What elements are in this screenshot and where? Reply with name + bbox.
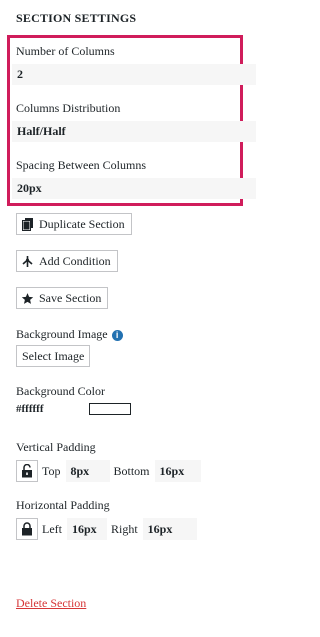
horizontal-padding-label: Horizontal Padding xyxy=(16,498,110,512)
left-label: Left xyxy=(42,521,62,536)
vertical-lock-button[interactable] xyxy=(16,460,38,482)
right-label: Right xyxy=(111,521,138,536)
spacing-field[interactable]: 20px xyxy=(12,178,256,199)
background-color-label: Background Color xyxy=(16,384,105,398)
left-padding-field[interactable]: 16px xyxy=(67,518,107,540)
color-swatch[interactable] xyxy=(89,403,131,415)
add-condition-button[interactable]: Add Condition xyxy=(16,250,118,272)
horizontal-lock-button[interactable] xyxy=(16,518,38,540)
duplicate-section-label: Duplicate Section xyxy=(39,217,125,231)
distribution-label: Columns Distribution xyxy=(16,101,121,115)
save-section-button[interactable]: Save Section xyxy=(16,287,109,309)
lock-icon xyxy=(22,522,32,536)
top-padding-field[interactable]: 8px xyxy=(65,460,110,482)
duplicate-icon xyxy=(21,217,34,231)
spacing-label: Spacing Between Columns xyxy=(16,158,146,172)
add-condition-label: Add Condition xyxy=(39,254,111,268)
bottom-label: Bottom xyxy=(113,463,150,478)
columns-field[interactable]: 2 xyxy=(12,64,256,85)
vertical-padding-label: Vertical Padding xyxy=(16,440,96,454)
save-section-label: Save Section xyxy=(39,291,102,305)
panel-title: SECTION SETTINGS xyxy=(16,11,137,25)
columns-label: Number of Columns xyxy=(16,44,115,58)
bottom-padding-field[interactable]: 16px xyxy=(154,460,201,482)
background-image-label: Background Image xyxy=(16,327,108,341)
vertical-padding-row: Top 8px Bottom 16px xyxy=(16,460,205,482)
background-image-label-row: Background Image i xyxy=(16,327,123,342)
distribution-field[interactable]: Half/Half xyxy=(12,121,256,142)
condition-icon xyxy=(21,255,34,268)
unlock-icon xyxy=(22,464,32,478)
horizontal-padding-row: Left 16px Right 16px xyxy=(16,518,201,540)
duplicate-section-button[interactable]: Duplicate Section xyxy=(16,213,132,235)
right-padding-field[interactable]: 16px xyxy=(142,518,197,540)
info-icon[interactable]: i xyxy=(111,329,123,341)
background-color-value[interactable]: #ffffff xyxy=(16,403,43,415)
delete-section-link[interactable]: Delete Section xyxy=(16,596,86,611)
select-image-button[interactable]: Select Image xyxy=(16,345,91,367)
star-icon xyxy=(21,292,34,305)
top-label: Top xyxy=(42,463,61,478)
